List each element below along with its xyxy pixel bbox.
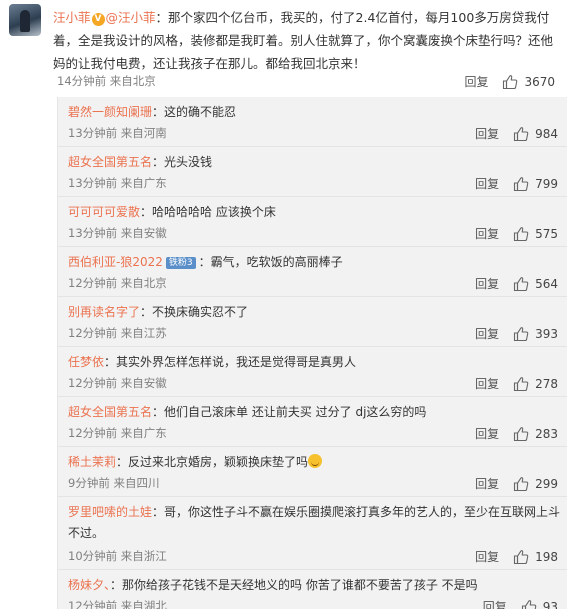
list-item: 稀土茉莉：反过来北京婚房，颖颖换床垫了吗 9分钟前 来自四川 回复 299 bbox=[58, 447, 567, 497]
comment-author[interactable]: 罗里吧嗦的土娃 bbox=[68, 505, 152, 519]
comment-time: 10分钟前 bbox=[68, 549, 118, 563]
comment-text: ：其实外界怎样怎样说，我还是觉得哥是真男人 bbox=[104, 355, 357, 369]
list-item: 超女全国第五名：光头没钱 13分钟前 来自广东 回复 799 bbox=[58, 147, 567, 197]
post-author[interactable]: 汪小菲 bbox=[53, 10, 91, 25]
comment-text: ：反过来北京婚房，颖颖换床垫了吗 bbox=[116, 455, 309, 469]
comment-author[interactable]: 稀土茉莉 bbox=[68, 455, 116, 469]
comment-author[interactable]: 超女全国第五名 bbox=[68, 405, 152, 419]
like-count: 299 bbox=[535, 476, 558, 491]
reply-button[interactable]: 回复 bbox=[475, 325, 499, 342]
comment-text: ：霸气，吃软饭的高丽棒子 bbox=[198, 255, 343, 269]
laughing-emoji-icon bbox=[308, 454, 323, 468]
list-item: 超女全国第五名：他们自己滚床单 还让前夫买 过分了 dj这么穷的吗 12分钟前 … bbox=[58, 397, 567, 447]
thumbs-up-icon[interactable] bbox=[502, 74, 518, 90]
thumbs-up-icon[interactable] bbox=[521, 599, 537, 609]
thumbs-up-icon[interactable] bbox=[513, 549, 529, 565]
post-mention[interactable]: @汪小菲 bbox=[106, 10, 156, 25]
thumbs-up-icon[interactable] bbox=[513, 226, 529, 242]
fan-badge: 铁粉3 bbox=[165, 257, 196, 269]
comment-location: 来自安徽 bbox=[120, 376, 167, 390]
like-count: 198 bbox=[535, 549, 558, 564]
thumbs-up-icon[interactable] bbox=[513, 326, 529, 342]
comment-location: 来自安徽 bbox=[120, 226, 167, 240]
list-item: 罗里吧嗦的土娃：哥，你这性子斗不赢在娱乐圈摸爬滚打真多年的艺人的，至少在互联网上… bbox=[58, 497, 567, 570]
post-actions: 回复 3670 bbox=[464, 73, 555, 90]
main-post: 汪小菲 V @汪小菲：那个家四个亿台币，我买的，付了2.4亿首付，每月100多万房贷… bbox=[0, 0, 567, 95]
post-text: 汪小菲 V @汪小菲：那个家四个亿台币，我买的，付了2.4亿首付，每月100多万房贷… bbox=[53, 6, 553, 75]
comment-time: 9分钟前 bbox=[68, 476, 110, 490]
like-count: 393 bbox=[535, 326, 558, 341]
comment-author[interactable]: 任梦依 bbox=[68, 355, 104, 369]
comment-location: 来自湖北 bbox=[120, 599, 167, 609]
comment-time: 13分钟前 bbox=[68, 126, 118, 140]
list-item: 杨妹夕、：那你给孩子花钱不是天经地义的吗 你苦了谁都不要苦了孩子 不是吗 12分… bbox=[58, 570, 567, 609]
post-location: 来自北京 bbox=[109, 74, 156, 88]
comment-text: ：不换床确实忍不了 bbox=[140, 305, 249, 319]
reply-button[interactable]: 回复 bbox=[475, 375, 499, 392]
comment-author[interactable]: 别再读名字了 bbox=[68, 305, 140, 319]
comment-time: 12分钟前 bbox=[68, 426, 118, 440]
like-count: 799 bbox=[535, 176, 558, 191]
comment-text: ：光头没钱 bbox=[152, 155, 213, 169]
thumbs-up-icon[interactable] bbox=[513, 126, 529, 142]
comment-time: 12分钟前 bbox=[68, 326, 118, 340]
avatar[interactable] bbox=[9, 4, 41, 36]
list-item: 碧然一颜知阑珊：这的确不能忍 13分钟前 来自河南 回复 984 bbox=[58, 97, 567, 147]
like-count: 283 bbox=[535, 426, 558, 441]
comment-location: 来自浙江 bbox=[120, 549, 167, 563]
reply-button[interactable]: 回复 bbox=[464, 73, 488, 90]
reply-button[interactable]: 回复 bbox=[475, 548, 499, 565]
like-count: 564 bbox=[535, 276, 558, 291]
list-item: 任梦依：其实外界怎样怎样说，我还是觉得哥是真男人 12分钟前 来自安徽 回复 27… bbox=[58, 347, 567, 397]
like-count: 984 bbox=[535, 126, 558, 141]
like-count: 575 bbox=[535, 226, 558, 241]
comment-text-continued: 不过。 bbox=[68, 526, 105, 540]
reply-button[interactable]: 回复 bbox=[475, 275, 499, 292]
list-item: 别再读名字了：不换床确实忍不了 12分钟前 来自江苏 回复 393 bbox=[58, 297, 567, 347]
verified-badge-icon: V bbox=[91, 13, 105, 26]
thumbs-up-icon[interactable] bbox=[513, 376, 529, 392]
comment-location: 来自江苏 bbox=[120, 326, 167, 340]
thumbs-up-icon[interactable] bbox=[513, 476, 529, 492]
comment-author[interactable]: 可可可可爱散 bbox=[68, 205, 140, 219]
comment-author[interactable]: 超女全国第五名 bbox=[68, 155, 152, 169]
comment-author[interactable]: 碧然一颜知阑珊 bbox=[68, 105, 152, 119]
comment-list: 碧然一颜知阑珊：这的确不能忍 13分钟前 来自河南 回复 984 超女全国第五名：… bbox=[57, 97, 567, 609]
reply-button[interactable]: 回复 bbox=[475, 175, 499, 192]
comment-time: 12分钟前 bbox=[68, 276, 118, 290]
post-time: 14分钟前 bbox=[57, 74, 107, 88]
comment-time: 12分钟前 bbox=[68, 376, 118, 390]
thumbs-up-icon[interactable] bbox=[513, 426, 529, 442]
comment-text: ：哥，你这性子斗不赢在娱乐圈摸爬滚打真多年的艺人的，至少在互联网上斗 bbox=[152, 505, 561, 519]
comment-location: 来自四川 bbox=[113, 476, 160, 490]
like-count: 93 bbox=[542, 599, 558, 609]
like-count: 278 bbox=[535, 376, 558, 391]
comment-text: ：他们自己滚床单 还让前夫买 过分了 dj这么穷的吗 bbox=[152, 405, 427, 419]
reply-button[interactable]: 回复 bbox=[475, 425, 499, 442]
reply-button[interactable]: 回复 bbox=[475, 225, 499, 242]
like-count: 3670 bbox=[524, 74, 555, 89]
list-item: 西伯利亚-狼2022 铁粉3 ：霸气，吃软饭的高丽棒子 12分钟前 来自北京 回复 5… bbox=[58, 247, 567, 297]
comment-location: 来自北京 bbox=[120, 276, 167, 290]
comment-author[interactable]: 西伯利亚-狼2022 bbox=[68, 255, 163, 269]
thumbs-up-icon[interactable] bbox=[513, 276, 529, 292]
comment-text: ：这的确不能忍 bbox=[152, 105, 237, 119]
comment-time: 13分钟前 bbox=[68, 176, 118, 190]
thumbs-up-icon[interactable] bbox=[513, 176, 529, 192]
comment-text: ：那你给孩子花钱不是天经地义的吗 你苦了谁都不要苦了孩子 不是吗 bbox=[110, 578, 478, 592]
comment-location: 来自广东 bbox=[120, 176, 167, 190]
comment-location: 来自河南 bbox=[120, 126, 167, 140]
comment-author[interactable]: 杨妹夕、 bbox=[68, 578, 110, 592]
post-meta: 14分钟前 来自北京 bbox=[57, 73, 156, 89]
comment-text: ：哈哈哈哈哈 应该换个床 bbox=[140, 205, 276, 219]
reply-button[interactable]: 回复 bbox=[483, 598, 507, 609]
reply-button[interactable]: 回复 bbox=[475, 125, 499, 142]
list-item: 可可可可爱散：哈哈哈哈哈 应该换个床 13分钟前 来自安徽 回复 575 bbox=[58, 197, 567, 247]
reply-button[interactable]: 回复 bbox=[475, 475, 499, 492]
comment-location: 来自广东 bbox=[120, 426, 167, 440]
comment-time: 12分钟前 bbox=[68, 599, 118, 609]
comment-time: 13分钟前 bbox=[68, 226, 118, 240]
